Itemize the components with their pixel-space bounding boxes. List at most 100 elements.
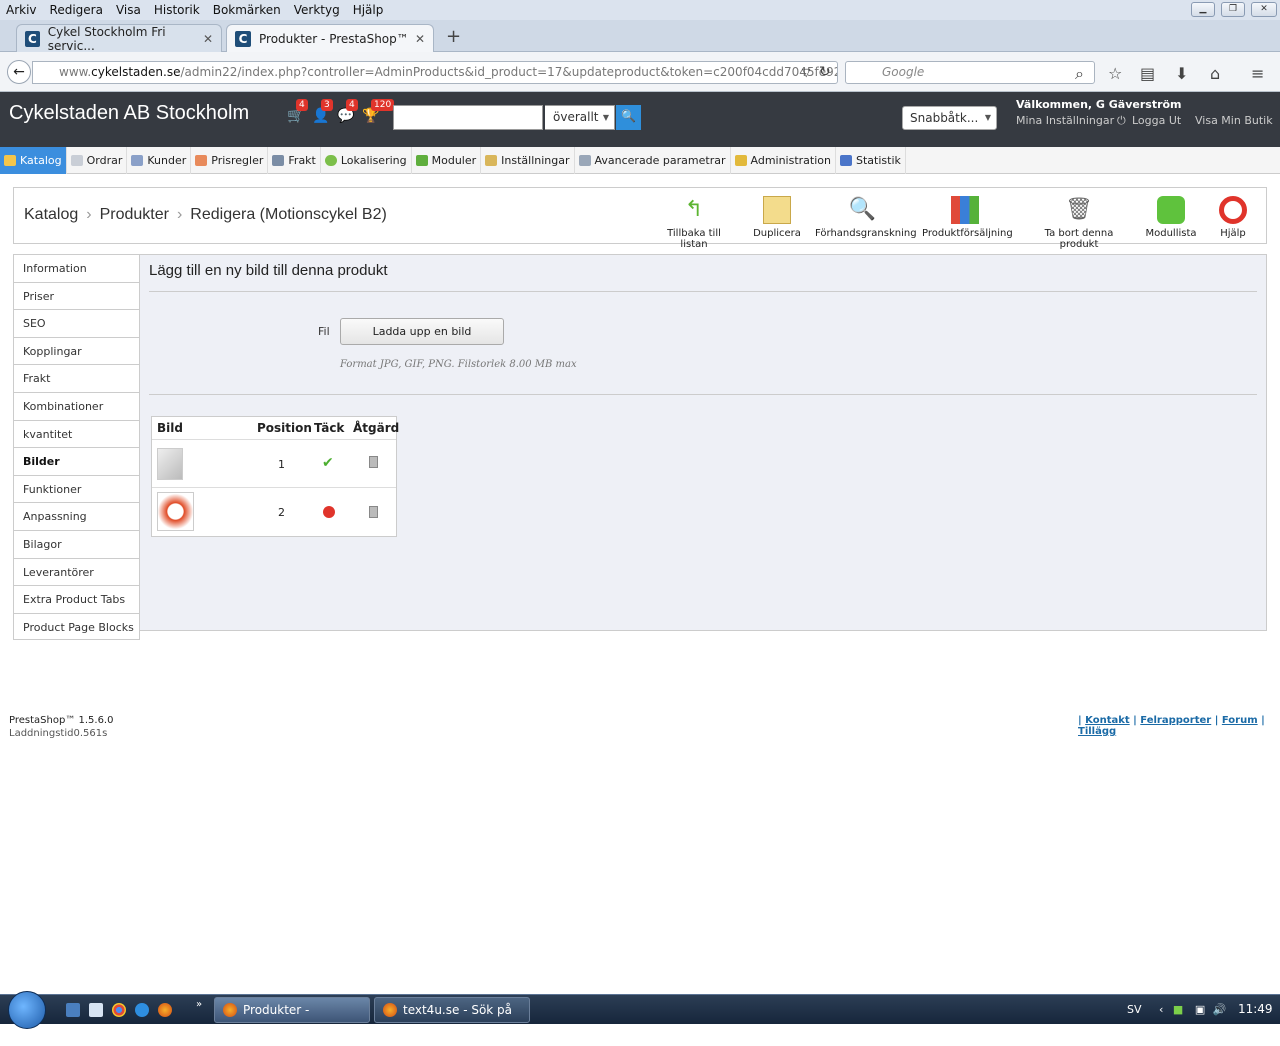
sidebar-item-anpassning[interactable]: Anpassning xyxy=(14,503,139,531)
delete-image-icon[interactable] xyxy=(369,506,378,518)
taskbar-item-produkter[interactable]: Produkter - PrestaS... xyxy=(214,997,370,1041)
close-window-icon[interactable]: ✕ xyxy=(1251,2,1277,17)
footer-link-forum[interactable]: Forum xyxy=(1222,715,1258,726)
sidebar-item-funktioner[interactable]: Funktioner xyxy=(14,476,139,504)
footer-link-tillagg[interactable]: Tillägg xyxy=(1078,726,1116,737)
volume-icon[interactable]: 🔊 xyxy=(1213,1003,1227,1016)
trophy-notification-icon[interactable]: 🏆 120 xyxy=(362,99,395,124)
cover-check-icon[interactable]: ✔ xyxy=(322,455,334,471)
chrome-icon[interactable] xyxy=(112,1003,126,1017)
menu-ordrar[interactable]: Ordrar xyxy=(67,147,128,174)
orders-notification-icon[interactable]: 🛒 4 xyxy=(287,99,308,124)
menu-arkiv[interactable]: Arkiv xyxy=(6,3,37,17)
start-button[interactable] xyxy=(8,991,46,1029)
show-desktop-icon[interactable] xyxy=(66,1003,80,1017)
language-indicator[interactable]: SV xyxy=(1127,1003,1142,1016)
clock[interactable]: 11:49 xyxy=(1238,1002,1273,1016)
menu-bokmarken[interactable]: Bokmärken xyxy=(213,3,281,17)
sidebar-item-kombinationer[interactable]: Kombinationer xyxy=(14,393,139,421)
messages-notification-icon[interactable]: 💬 4 xyxy=(337,99,358,124)
search-scope-select[interactable]: överallt ▼ xyxy=(545,105,615,130)
firefox-icon[interactable] xyxy=(158,1003,172,1017)
footer-link-felrapporter[interactable]: Felrapporter xyxy=(1140,715,1211,726)
menu-administration[interactable]: Administration xyxy=(731,147,836,174)
menu-katalog[interactable]: Katalog xyxy=(0,147,67,174)
tray-app-icon[interactable]: ■ xyxy=(1173,1003,1183,1016)
product-thumbnail[interactable] xyxy=(157,448,183,480)
menu-historik[interactable]: Historik xyxy=(154,3,200,17)
url-path: /admin22/index.php?controller=AdminProdu… xyxy=(180,65,838,79)
delete-product-button[interactable]: 🗑 Ta bort denna produkt xyxy=(1026,196,1132,250)
view-shop-link[interactable]: Visa Min Butik xyxy=(1195,114,1273,127)
upload-image-button[interactable]: Ladda upp en bild xyxy=(340,318,504,345)
tray-arrow-icon[interactable]: ‹ xyxy=(1159,1003,1163,1016)
quick-access-select[interactable]: Snabbåtk... ▼ xyxy=(902,106,997,130)
sidebar-item-leverantorer[interactable]: Leverantörer xyxy=(14,559,139,587)
product-thumbnail[interactable] xyxy=(157,492,194,531)
menu-installningar[interactable]: Inställningar xyxy=(481,147,575,174)
panel-title: Lägg till en ny bild till denna produkt xyxy=(149,262,388,279)
sidebar-item-frakt[interactable]: Frakt xyxy=(14,365,139,393)
explorer-icon[interactable] xyxy=(89,1003,103,1017)
menu-frakt[interactable]: Frakt xyxy=(268,147,321,174)
sidebar-item-kvantitet[interactable]: kvantitet xyxy=(14,421,139,449)
taskbar-item-text4u[interactable]: text4u.se - Sök på G... xyxy=(374,997,530,1041)
menu-avancerade-parametrar[interactable]: Avancerade parametrar xyxy=(575,147,731,174)
back-to-list-button[interactable]: ↰ Tillbaka till listan xyxy=(654,196,734,250)
my-settings-link[interactable]: Mina Inställningar xyxy=(1016,114,1114,127)
new-tab-button[interactable]: + xyxy=(446,26,461,47)
footer-link-kontakt[interactable]: Kontakt xyxy=(1085,715,1130,726)
shop-name[interactable]: Cykelstaden AB Stockholm xyxy=(9,102,249,125)
menu-visa[interactable]: Visa xyxy=(116,3,141,17)
module-list-button[interactable]: Modullista xyxy=(1145,196,1197,239)
reload-icon[interactable]: ↻ xyxy=(819,64,831,80)
menu-verktyg[interactable]: Verktyg xyxy=(294,3,340,17)
restore-icon[interactable]: ❐ xyxy=(1221,2,1245,17)
duplicate-button[interactable]: Duplicera xyxy=(752,196,802,239)
more-icon[interactable]: » xyxy=(196,999,202,1010)
menu-hjalp[interactable]: Hjälp xyxy=(353,3,384,17)
tab-cykel-stockholm[interactable]: C Cykel Stockholm Fri servic... ✕ xyxy=(16,24,222,53)
menu-prisregler[interactable]: Prisregler xyxy=(191,147,269,174)
sidebar-item-priser[interactable]: Priser xyxy=(14,283,139,311)
download-icon[interactable]: ⬇ xyxy=(1175,64,1188,83)
url-dropdown-icon[interactable]: ▽ xyxy=(802,66,810,79)
breadcrumb-katalog[interactable]: Katalog xyxy=(24,206,78,223)
magnifier-icon[interactable]: ⌕ xyxy=(1075,64,1084,84)
tab-close-icon[interactable]: ✕ xyxy=(415,32,425,46)
menu-kunder[interactable]: Kunder xyxy=(127,147,192,174)
sidebar-item-seo[interactable]: SEO xyxy=(14,310,139,338)
breadcrumb-produkter[interactable]: Produkter xyxy=(100,206,169,223)
product-sales-button[interactable]: Produktförsäljning xyxy=(922,196,1013,239)
sidebar-item-kopplingar[interactable]: Kopplingar xyxy=(14,338,139,366)
admin-search-button[interactable]: 🔍 xyxy=(616,105,641,130)
sidebar-item-product-page-blocks[interactable]: Product Page Blocks xyxy=(14,614,139,642)
bookmarks-list-icon[interactable]: ▤ xyxy=(1140,64,1155,83)
not-cover-icon[interactable] xyxy=(323,506,335,518)
web-search-input[interactable]: Google xyxy=(845,61,1095,84)
back-button[interactable]: ← xyxy=(7,60,31,84)
sidebar-item-bilagor[interactable]: Bilagor xyxy=(14,531,139,559)
menu-moduler[interactable]: Moduler xyxy=(412,147,482,174)
internet-explorer-icon[interactable] xyxy=(135,1003,149,1017)
url-bar[interactable]: www.cykelstaden.se/admin22/index.php?con… xyxy=(32,61,838,84)
tab-produkter[interactable]: C Produkter - PrestaShop™ ✕ xyxy=(226,24,434,52)
home-icon[interactable]: ⌂ xyxy=(1210,64,1220,83)
customers-notification-icon[interactable]: 👤 3 xyxy=(312,99,333,124)
help-button[interactable]: Hjälp xyxy=(1214,196,1252,239)
menu-redigera[interactable]: Redigera xyxy=(50,3,103,17)
delete-image-icon[interactable] xyxy=(369,456,378,468)
sidebar-item-bilder[interactable]: Bilder xyxy=(14,448,139,476)
menu-lokalisering[interactable]: Lokalisering xyxy=(321,147,412,174)
admin-search-input[interactable] xyxy=(393,105,543,130)
hamburger-menu-icon[interactable]: ≡ xyxy=(1251,64,1264,83)
network-icon[interactable]: ▣ xyxy=(1195,1003,1205,1016)
preview-button[interactable]: 🔍 Förhandsgranskning xyxy=(815,196,917,239)
logout-link[interactable]: Logga Ut xyxy=(1132,114,1181,127)
minimize-icon[interactable]: ▁ xyxy=(1191,2,1215,17)
sidebar-item-information[interactable]: Information xyxy=(14,255,139,283)
menu-statistik[interactable]: Statistik xyxy=(836,147,906,174)
sidebar-item-extra-product-tabs[interactable]: Extra Product Tabs xyxy=(14,586,139,614)
bookmark-star-icon[interactable]: ☆ xyxy=(1108,64,1122,83)
tab-close-icon[interactable]: ✕ xyxy=(203,32,213,46)
